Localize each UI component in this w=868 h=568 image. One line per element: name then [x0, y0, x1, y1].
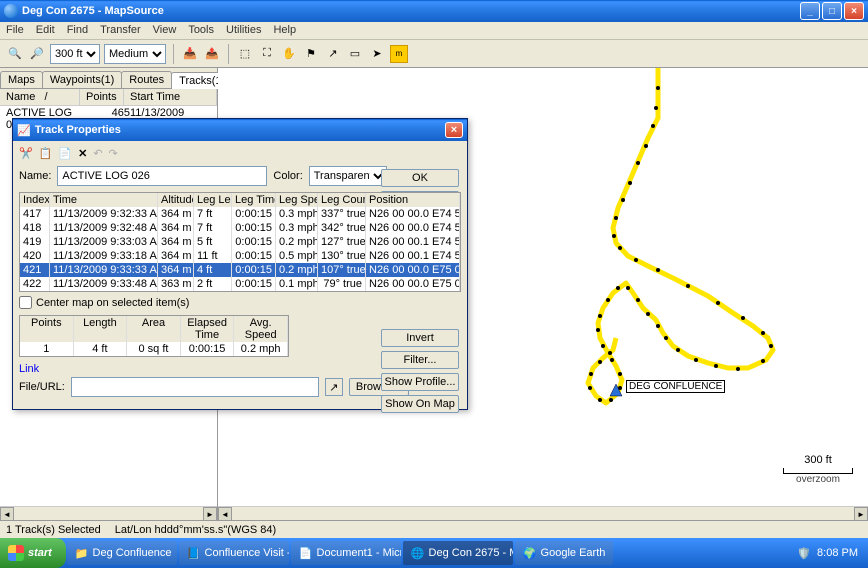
menu-view[interactable]: View: [153, 24, 177, 37]
col-points[interactable]: Points: [80, 89, 124, 105]
grid-row[interactable]: 41911/13/2009 9:33:03 AM364 m5 ft0:00:15…: [20, 235, 460, 249]
tab-routes[interactable]: Routes: [121, 71, 172, 88]
paste-icon[interactable]: 📄: [58, 147, 72, 160]
filter-button[interactable]: Filter...: [381, 351, 459, 369]
col-position[interactable]: Position: [366, 193, 460, 207]
zoom-in-icon[interactable]: 🔍: [6, 45, 24, 63]
start-button[interactable]: start: [0, 538, 66, 568]
ok-button[interactable]: OK: [381, 169, 459, 187]
col-altitude[interactable]: Altitude: [158, 193, 194, 207]
track-points-grid[interactable]: Index Time Altitude Leg Length Leg Time …: [19, 192, 461, 292]
dialog-close-button[interactable]: ×: [445, 122, 463, 138]
invert-button[interactable]: Invert: [381, 329, 459, 347]
dialog-icon: 📈: [17, 124, 31, 137]
minimize-button[interactable]: _: [800, 2, 820, 20]
file-url-label: File/URL:: [19, 381, 65, 393]
copy-icon[interactable]: 📋: [39, 147, 53, 160]
col-time[interactable]: Time: [50, 193, 158, 207]
col-index[interactable]: Index: [20, 193, 50, 207]
col-leg-time[interactable]: Leg Time: [232, 193, 276, 207]
color-select[interactable]: Transparent: [309, 166, 387, 186]
col-leg-speed[interactable]: Leg Speed: [276, 193, 318, 207]
cut-icon[interactable]: ✂️: [19, 147, 33, 160]
detail-select[interactable]: Medium: [104, 44, 166, 64]
color-label: Color:: [273, 170, 302, 182]
col-leg-length[interactable]: Leg Length: [194, 193, 232, 207]
task-item[interactable]: 📘Confluence Visit - Mic...: [179, 541, 289, 565]
scale-bar: 300 ft overzoom: [783, 454, 853, 485]
grid-row[interactable]: 42011/13/2009 9:33:18 AM364 m11 ft0:00:1…: [20, 249, 460, 263]
show-on-map-button[interactable]: Show On Map: [381, 395, 459, 413]
zoom-tool-icon[interactable]: ⛶: [258, 45, 276, 63]
map-scroll-left-icon[interactable]: ◄: [218, 507, 232, 521]
status-format: Lat/Lon hddd°mm'ss.s"(WGS 84): [115, 524, 276, 536]
status-selection: 1 Track(s) Selected: [6, 524, 101, 536]
scroll-right-icon[interactable]: ►: [203, 507, 217, 521]
route-tool-icon[interactable]: ↗: [324, 45, 342, 63]
tab-maps[interactable]: Maps: [0, 71, 43, 88]
zoom-out-icon[interactable]: 🔎: [28, 45, 46, 63]
task-item[interactable]: 📄Document1 - Microsof...: [291, 541, 401, 565]
grid-row[interactable]: 41711/13/2009 9:32:33 AM364 m7 ft0:00:15…: [20, 207, 460, 221]
menu-utilities[interactable]: Utilities: [226, 24, 261, 37]
track-properties-dialog: 📈 Track Properties × OK Cancel ✂️ 📋 📄 ✕ …: [12, 118, 468, 410]
arrow-tool-icon[interactable]: ➤: [368, 45, 386, 63]
zoom-select[interactable]: 300 ft: [50, 44, 100, 64]
scroll-left-icon[interactable]: ◄: [0, 507, 14, 521]
grid-row[interactable]: 42311/13/2009 9:34:03 AM364 m8 ft0:00:15…: [20, 291, 460, 292]
windows-logo-icon: [8, 545, 24, 561]
selection-tool-icon[interactable]: ⬚: [236, 45, 254, 63]
task-item[interactable]: 📁Deg Confluence: [67, 541, 177, 565]
system-tray[interactable]: 🛡️ 8:08 PM: [787, 538, 868, 568]
menu-transfer[interactable]: Transfer: [100, 24, 141, 37]
menu-help[interactable]: Help: [273, 24, 296, 37]
grid-row[interactable]: 42211/13/2009 9:33:48 AM363 m2 ft0:00:15…: [20, 277, 460, 291]
toolbar: 🔍 🔎 300 ft Medium 📥 📤 ⬚ ⛶ ✋ ⚑ ↗ ▭ ➤ m: [0, 40, 868, 68]
tab-waypoints[interactable]: Waypoints(1): [42, 71, 122, 88]
close-button[interactable]: ×: [844, 2, 864, 20]
center-map-checkbox[interactable]: [19, 296, 32, 309]
grid-row[interactable]: 41811/13/2009 9:32:48 AM364 m7 ft0:00:15…: [20, 221, 460, 235]
summary-grid: PointsLengthAreaElapsed TimeAvg. Speed 1…: [19, 315, 289, 357]
menu-edit[interactable]: Edit: [36, 24, 55, 37]
task-item-active[interactable]: 🌐Deg Con 2675 - MapS...: [403, 541, 513, 565]
center-map-label: Center map on selected item(s): [36, 297, 189, 309]
measure-tool-icon[interactable]: m: [390, 45, 408, 63]
menu-bar: File Edit Find Transfer View Tools Utili…: [0, 22, 868, 40]
tray-icon[interactable]: 🛡️: [797, 547, 811, 560]
redo-icon[interactable]: ↷: [109, 147, 118, 160]
waypoint-tool-icon[interactable]: ⚑: [302, 45, 320, 63]
menu-file[interactable]: File: [6, 24, 24, 37]
maximize-button[interactable]: □: [822, 2, 842, 20]
delete-icon[interactable]: ✕: [78, 147, 87, 160]
waypoint-label[interactable]: DEG CONFLUENCE: [626, 380, 725, 393]
clock: 8:08 PM: [817, 547, 858, 559]
grid-row[interactable]: 42111/13/2009 9:33:33 AM364 m4 ft0:00:15…: [20, 263, 460, 277]
col-leg-course[interactable]: Leg Course: [318, 193, 366, 207]
menu-find[interactable]: Find: [67, 24, 88, 37]
hand-tool-icon[interactable]: ✋: [280, 45, 298, 63]
send-device-icon[interactable]: 📥: [181, 45, 199, 63]
task-item[interactable]: 🌍Google Earth: [515, 541, 614, 565]
show-profile-button[interactable]: Show Profile...: [381, 373, 459, 391]
map-tool-icon[interactable]: ▭: [346, 45, 364, 63]
map-scroll-right-icon[interactable]: ►: [854, 507, 868, 521]
app-icon: [4, 4, 18, 18]
window-title: Deg Con 2675 - MapSource: [22, 5, 800, 17]
menu-tools[interactable]: Tools: [188, 24, 214, 37]
name-label: Name:: [19, 170, 51, 182]
col-start[interactable]: Start Time: [124, 89, 217, 105]
name-input[interactable]: [57, 166, 267, 186]
undo-icon[interactable]: ↶: [93, 147, 102, 160]
recv-device-icon[interactable]: 📤: [203, 45, 221, 63]
open-url-icon[interactable]: ↗: [325, 378, 343, 396]
file-url-input[interactable]: [71, 377, 319, 397]
col-name[interactable]: Name /: [0, 89, 80, 105]
dialog-title: Track Properties: [35, 124, 121, 136]
